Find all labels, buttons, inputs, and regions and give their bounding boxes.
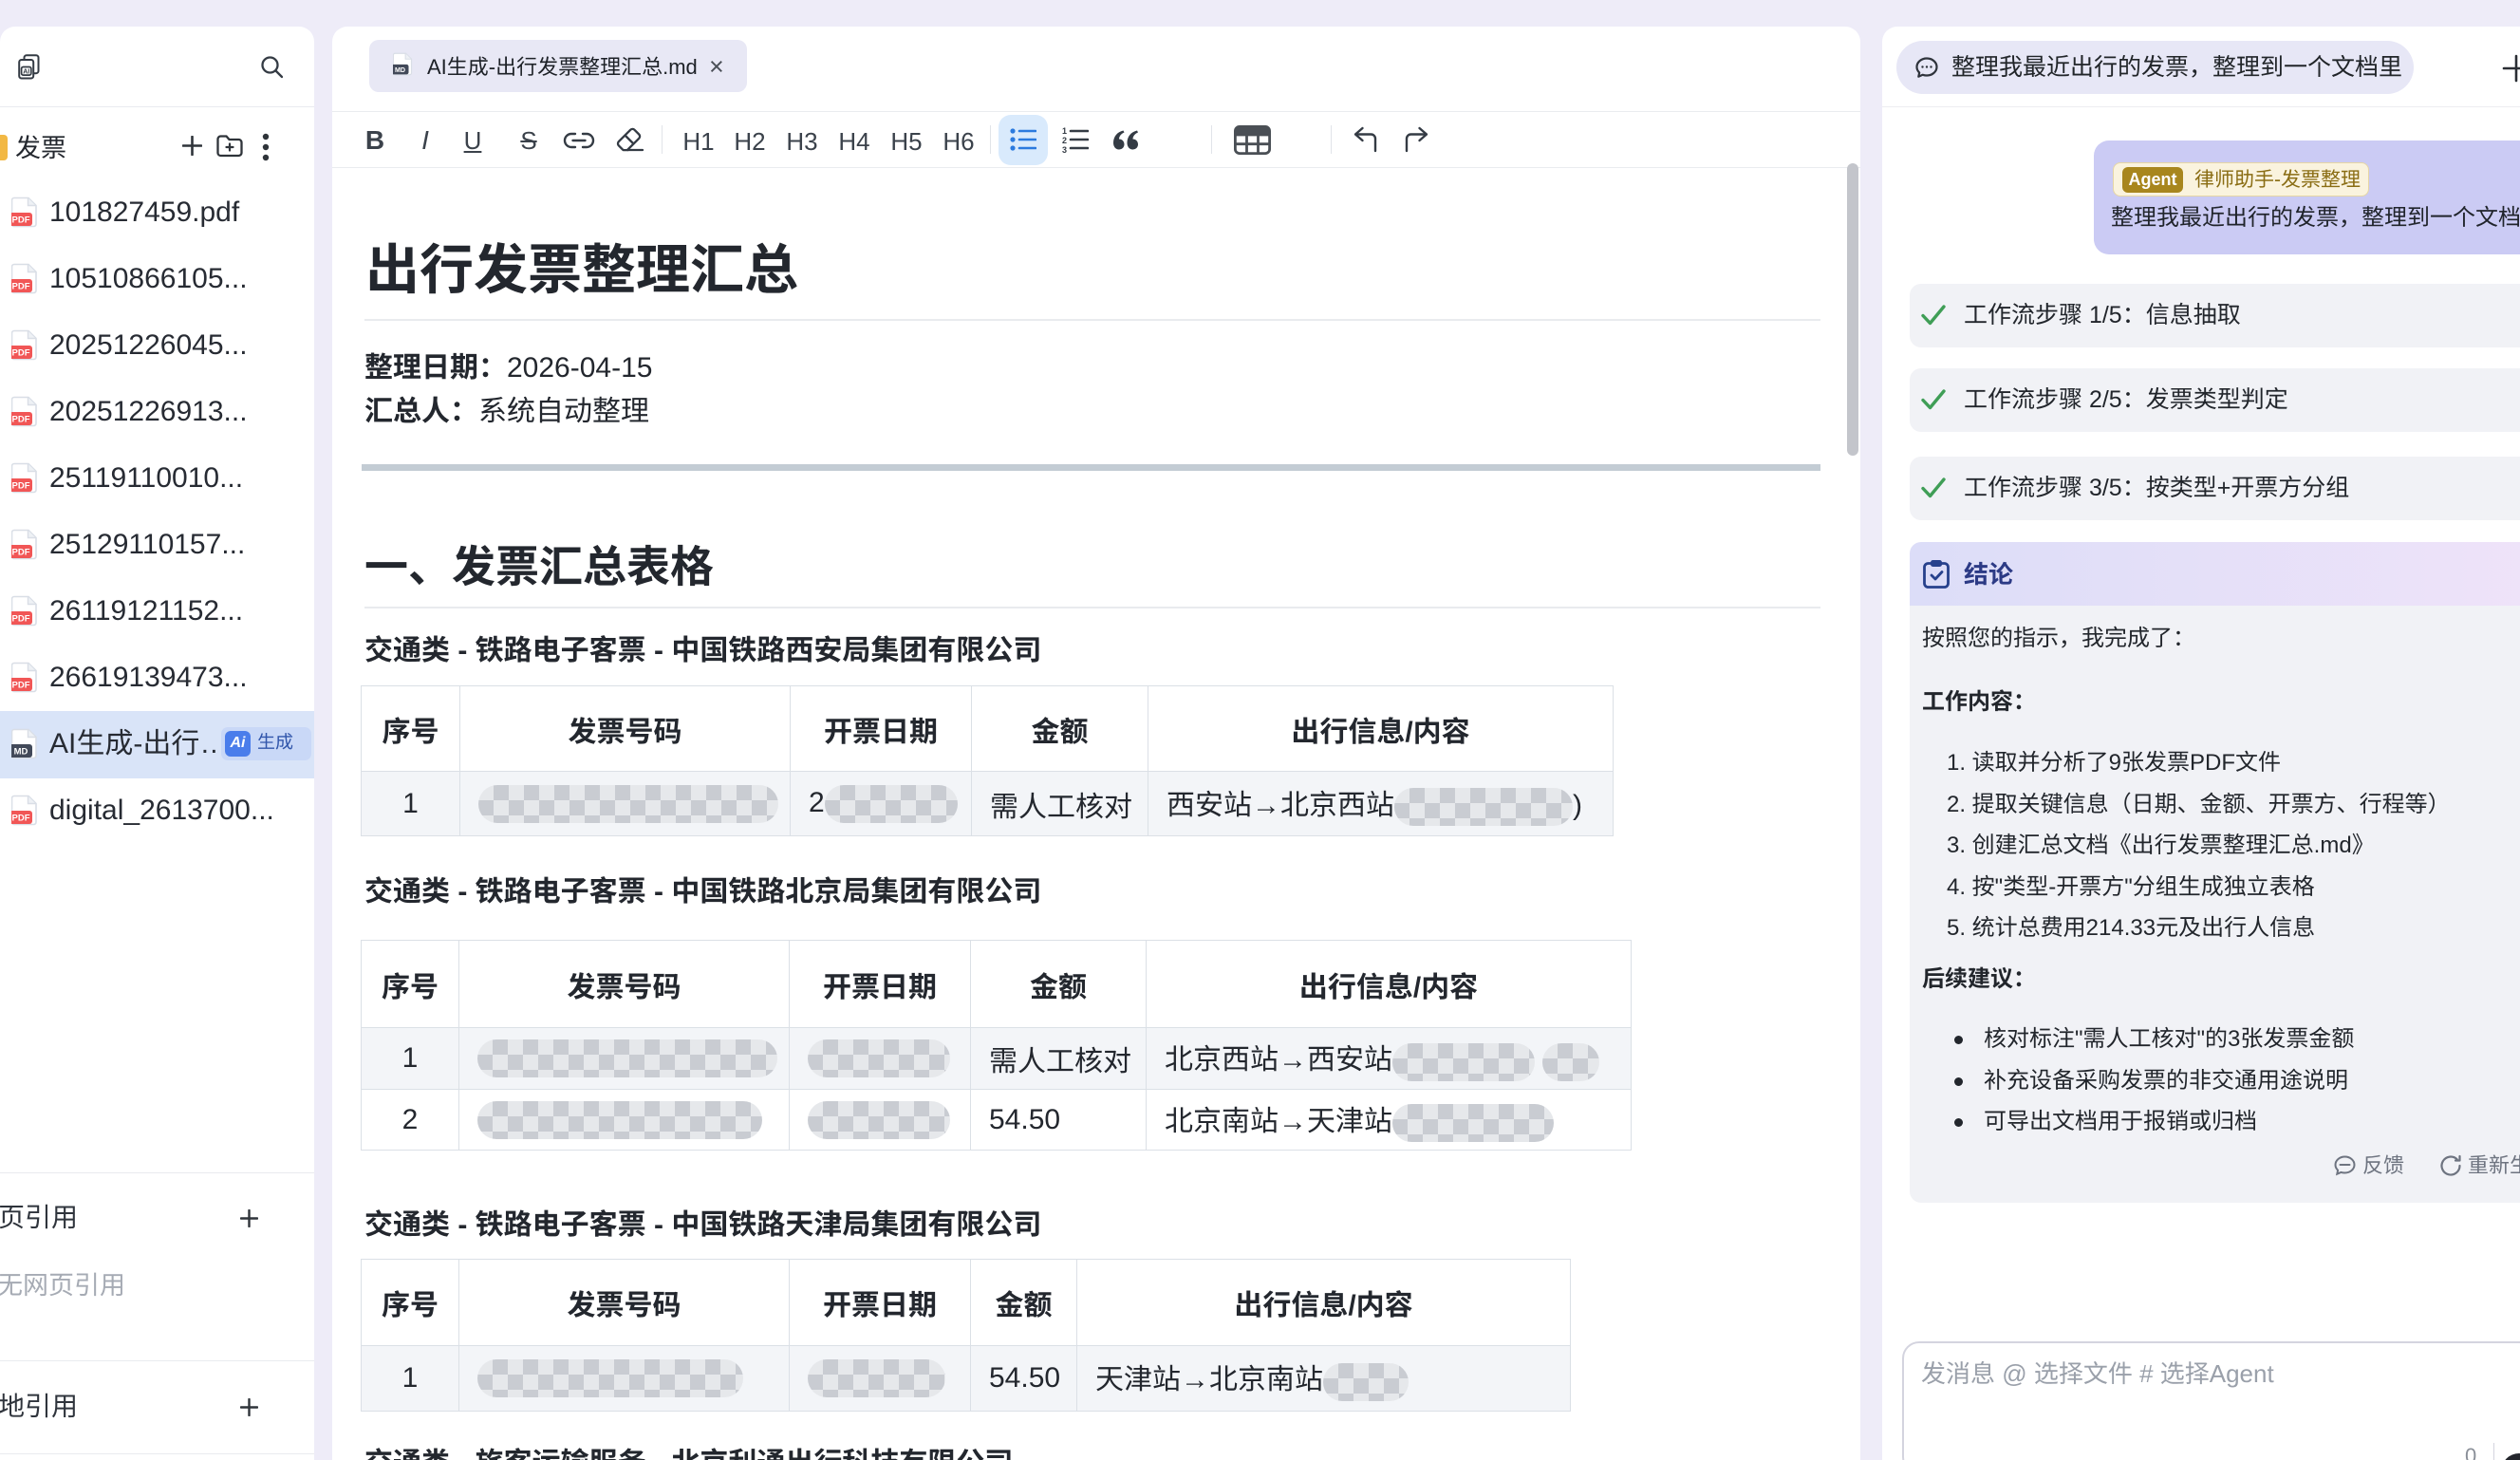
svg-text:MD: MD: [14, 747, 28, 758]
svg-text:1: 1: [1062, 126, 1067, 136]
svg-text:PDF: PDF: [12, 548, 30, 558]
svg-text:PDF: PDF: [12, 681, 30, 691]
svg-text:2: 2: [1062, 136, 1067, 145]
svg-text:PDF: PDF: [12, 215, 30, 226]
svg-text:PDF: PDF: [12, 614, 30, 625]
svg-text:PDF: PDF: [12, 348, 30, 359]
svg-text:MD: MD: [395, 66, 405, 74]
svg-text:PDF: PDF: [12, 415, 30, 425]
svg-text:AI: AI: [23, 68, 29, 75]
svg-text:PDF: PDF: [12, 282, 30, 292]
svg-text:PDF: PDF: [12, 481, 30, 492]
svg-text:3: 3: [1062, 145, 1067, 153]
svg-text:PDF: PDF: [12, 814, 30, 824]
